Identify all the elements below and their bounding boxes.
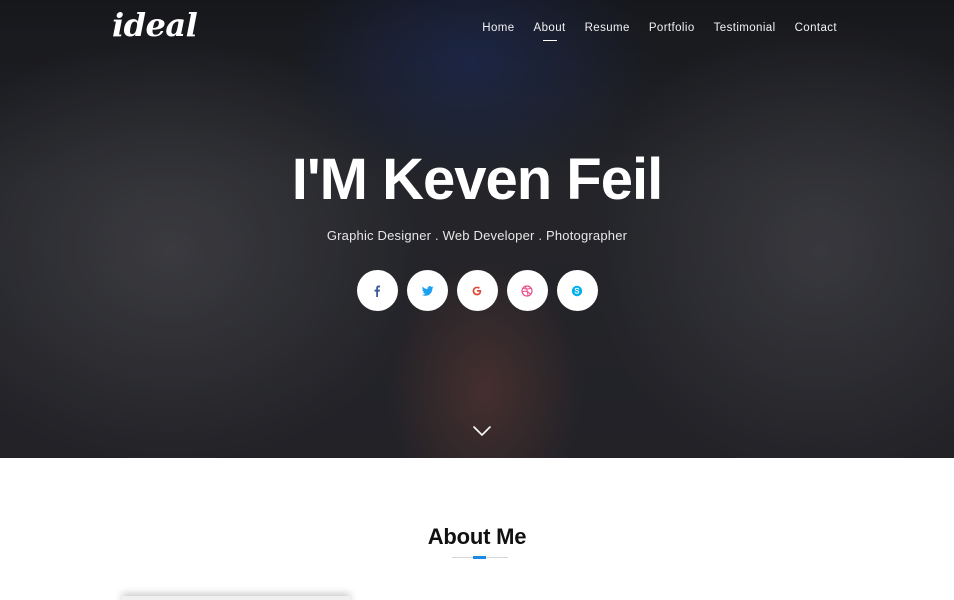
about-title: About Me (427, 524, 527, 549)
logo[interactable]: ideal (112, 6, 198, 44)
dribbble-button[interactable] (506, 270, 548, 311)
title-divider (452, 556, 508, 559)
chevron-down-icon[interactable] (472, 424, 492, 438)
dribbble-icon (521, 284, 533, 297)
nav-item-about[interactable]: About (534, 22, 566, 41)
skype-icon (571, 285, 583, 296)
about-image (122, 596, 350, 600)
nav-menu: Home About Resume Portfolio Testimonial … (482, 22, 837, 41)
nav-item-resume[interactable]: Resume (585, 22, 630, 34)
nav-item-testimonial[interactable]: Testimonial (714, 22, 776, 34)
navbar: ideal Home About Resume Portfolio Testim… (0, 0, 954, 60)
facebook-button[interactable] (356, 270, 398, 311)
facebook-icon (374, 285, 380, 297)
nav-item-home[interactable]: Home (482, 22, 514, 34)
skype-button[interactable] (556, 270, 598, 311)
nav-item-portfolio[interactable]: Portfolio (649, 22, 695, 34)
twitter-button[interactable] (406, 270, 448, 311)
divider-accent (473, 556, 486, 559)
hero-title: I'M Keven Feil (291, 147, 663, 212)
social-links (0, 270, 954, 311)
google-button[interactable] (456, 270, 498, 311)
hero-section: ideal Home About Resume Portfolio Testim… (0, 0, 954, 458)
about-section: About Me (0, 458, 954, 600)
hero-subtitle: Graphic Designer . Web Developer . Photo… (326, 228, 628, 243)
google-icon (472, 286, 482, 295)
nav-item-contact[interactable]: Contact (795, 22, 837, 34)
twitter-icon (421, 285, 433, 296)
